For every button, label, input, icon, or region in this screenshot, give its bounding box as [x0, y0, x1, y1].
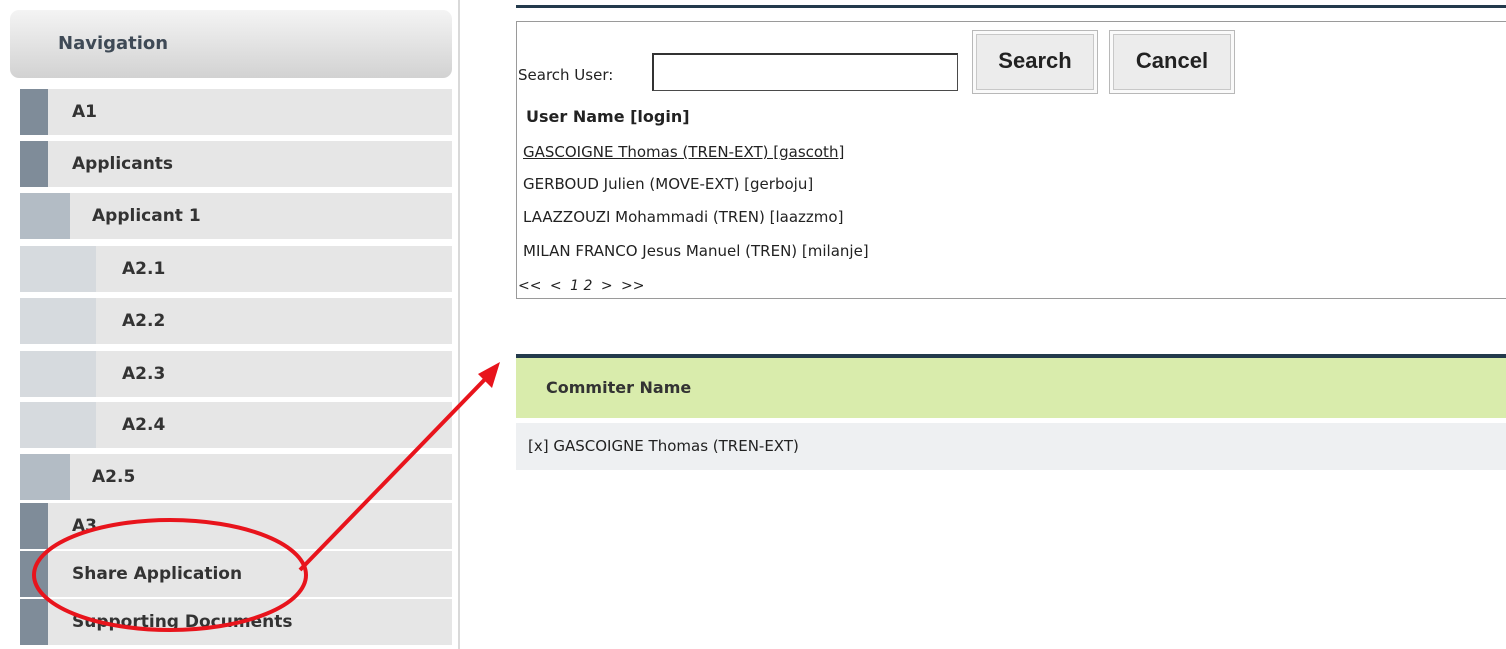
pager-page-1[interactable]: 1 [570, 278, 579, 294]
sidebar-item-share-application[interactable]: Share Application [20, 551, 452, 597]
sidebar-item-label: A2.2 [122, 311, 166, 331]
sidebar-item-label: Applicant 1 [92, 206, 201, 226]
user-result-row[interactable]: LAAZZOUZI Mohammadi (TREN) [laazzmo] [523, 208, 843, 226]
nav-level-bar [20, 402, 96, 448]
sidebar-item-label: A2.3 [122, 364, 166, 384]
sidebar-item-label: Share Application [72, 564, 243, 584]
annotation-arrow-head [478, 362, 500, 388]
cancel-button[interactable]: Cancel [1109, 30, 1235, 94]
sidebar-item-a1[interactable]: A1 [20, 89, 452, 135]
sidebar-item-a2-4[interactable]: A2.4 [20, 402, 452, 448]
nav-level-bar [20, 141, 48, 187]
nav-level-bar [20, 89, 48, 135]
nav-level-bar [20, 454, 70, 500]
commiter-name-header: Commiter Name [516, 358, 1506, 418]
nav-level-bar [20, 503, 48, 549]
user-result-row[interactable]: MILAN FRANCO Jesus Manuel (TREN) [milanj… [523, 242, 869, 260]
sidebar-item-supporting-documents[interactable]: Supporting Documents [20, 599, 452, 645]
pager-next-link[interactable]: > [601, 278, 613, 294]
sidebar-item-label: A2.1 [122, 259, 166, 279]
nav-level-bar [20, 246, 96, 292]
search-user-input[interactable] [652, 53, 958, 91]
pager-page-2[interactable]: 2 [583, 278, 592, 294]
sidebar-item-label: A3 [72, 516, 97, 536]
sidebar-item-a2-3[interactable]: A2.3 [20, 351, 452, 397]
pager-first-link[interactable]: << [518, 278, 541, 294]
user-result-link[interactable]: GASCOIGNE Thomas (TREN-EXT) [gascoth] [523, 143, 844, 161]
sidebar-item-a2-2[interactable]: A2.2 [20, 298, 452, 344]
search-user-label: Search User: [518, 66, 614, 84]
nav-level-bar [20, 351, 96, 397]
results-column-header: User Name [login] [526, 107, 690, 126]
nav-level-bar [20, 298, 96, 344]
user-result-row[interactable]: GERBOUD Julien (MOVE-EXT) [gerboju] [523, 175, 813, 193]
pager-prev-link[interactable]: < [550, 278, 562, 294]
sidebar-item-label: A2.4 [122, 415, 166, 435]
sidebar-item-label: Applicants [72, 154, 174, 174]
sidebar-item-a3[interactable]: A3 [20, 503, 452, 549]
nav-level-bar [20, 599, 48, 645]
sidebar-item-a2-1[interactable]: A2.1 [20, 246, 452, 292]
sidebar-item-label: A1 [72, 102, 97, 122]
top-rule [516, 5, 1506, 8]
nav-level-bar [20, 551, 48, 597]
nav-level-bar [20, 193, 70, 239]
search-button[interactable]: Search [972, 30, 1098, 94]
sidebar-item-applicants[interactable]: Applicants [20, 141, 452, 187]
sidebar-item-a2-5[interactable]: A2.5 [20, 454, 452, 500]
sidebar-item-label: Supporting Documents [72, 612, 293, 632]
sidebar-divider [458, 0, 460, 649]
pager-last-link[interactable]: >> [621, 278, 644, 294]
commiter-row[interactable]: [x] GASCOIGNE Thomas (TREN-EXT) [516, 423, 1506, 470]
sidebar-item-applicant-1[interactable]: Applicant 1 [20, 193, 452, 239]
navigation-header: Navigation [10, 10, 452, 78]
pagination: << < 1 2 > >> [518, 278, 649, 294]
sidebar-item-label: A2.5 [92, 467, 136, 487]
